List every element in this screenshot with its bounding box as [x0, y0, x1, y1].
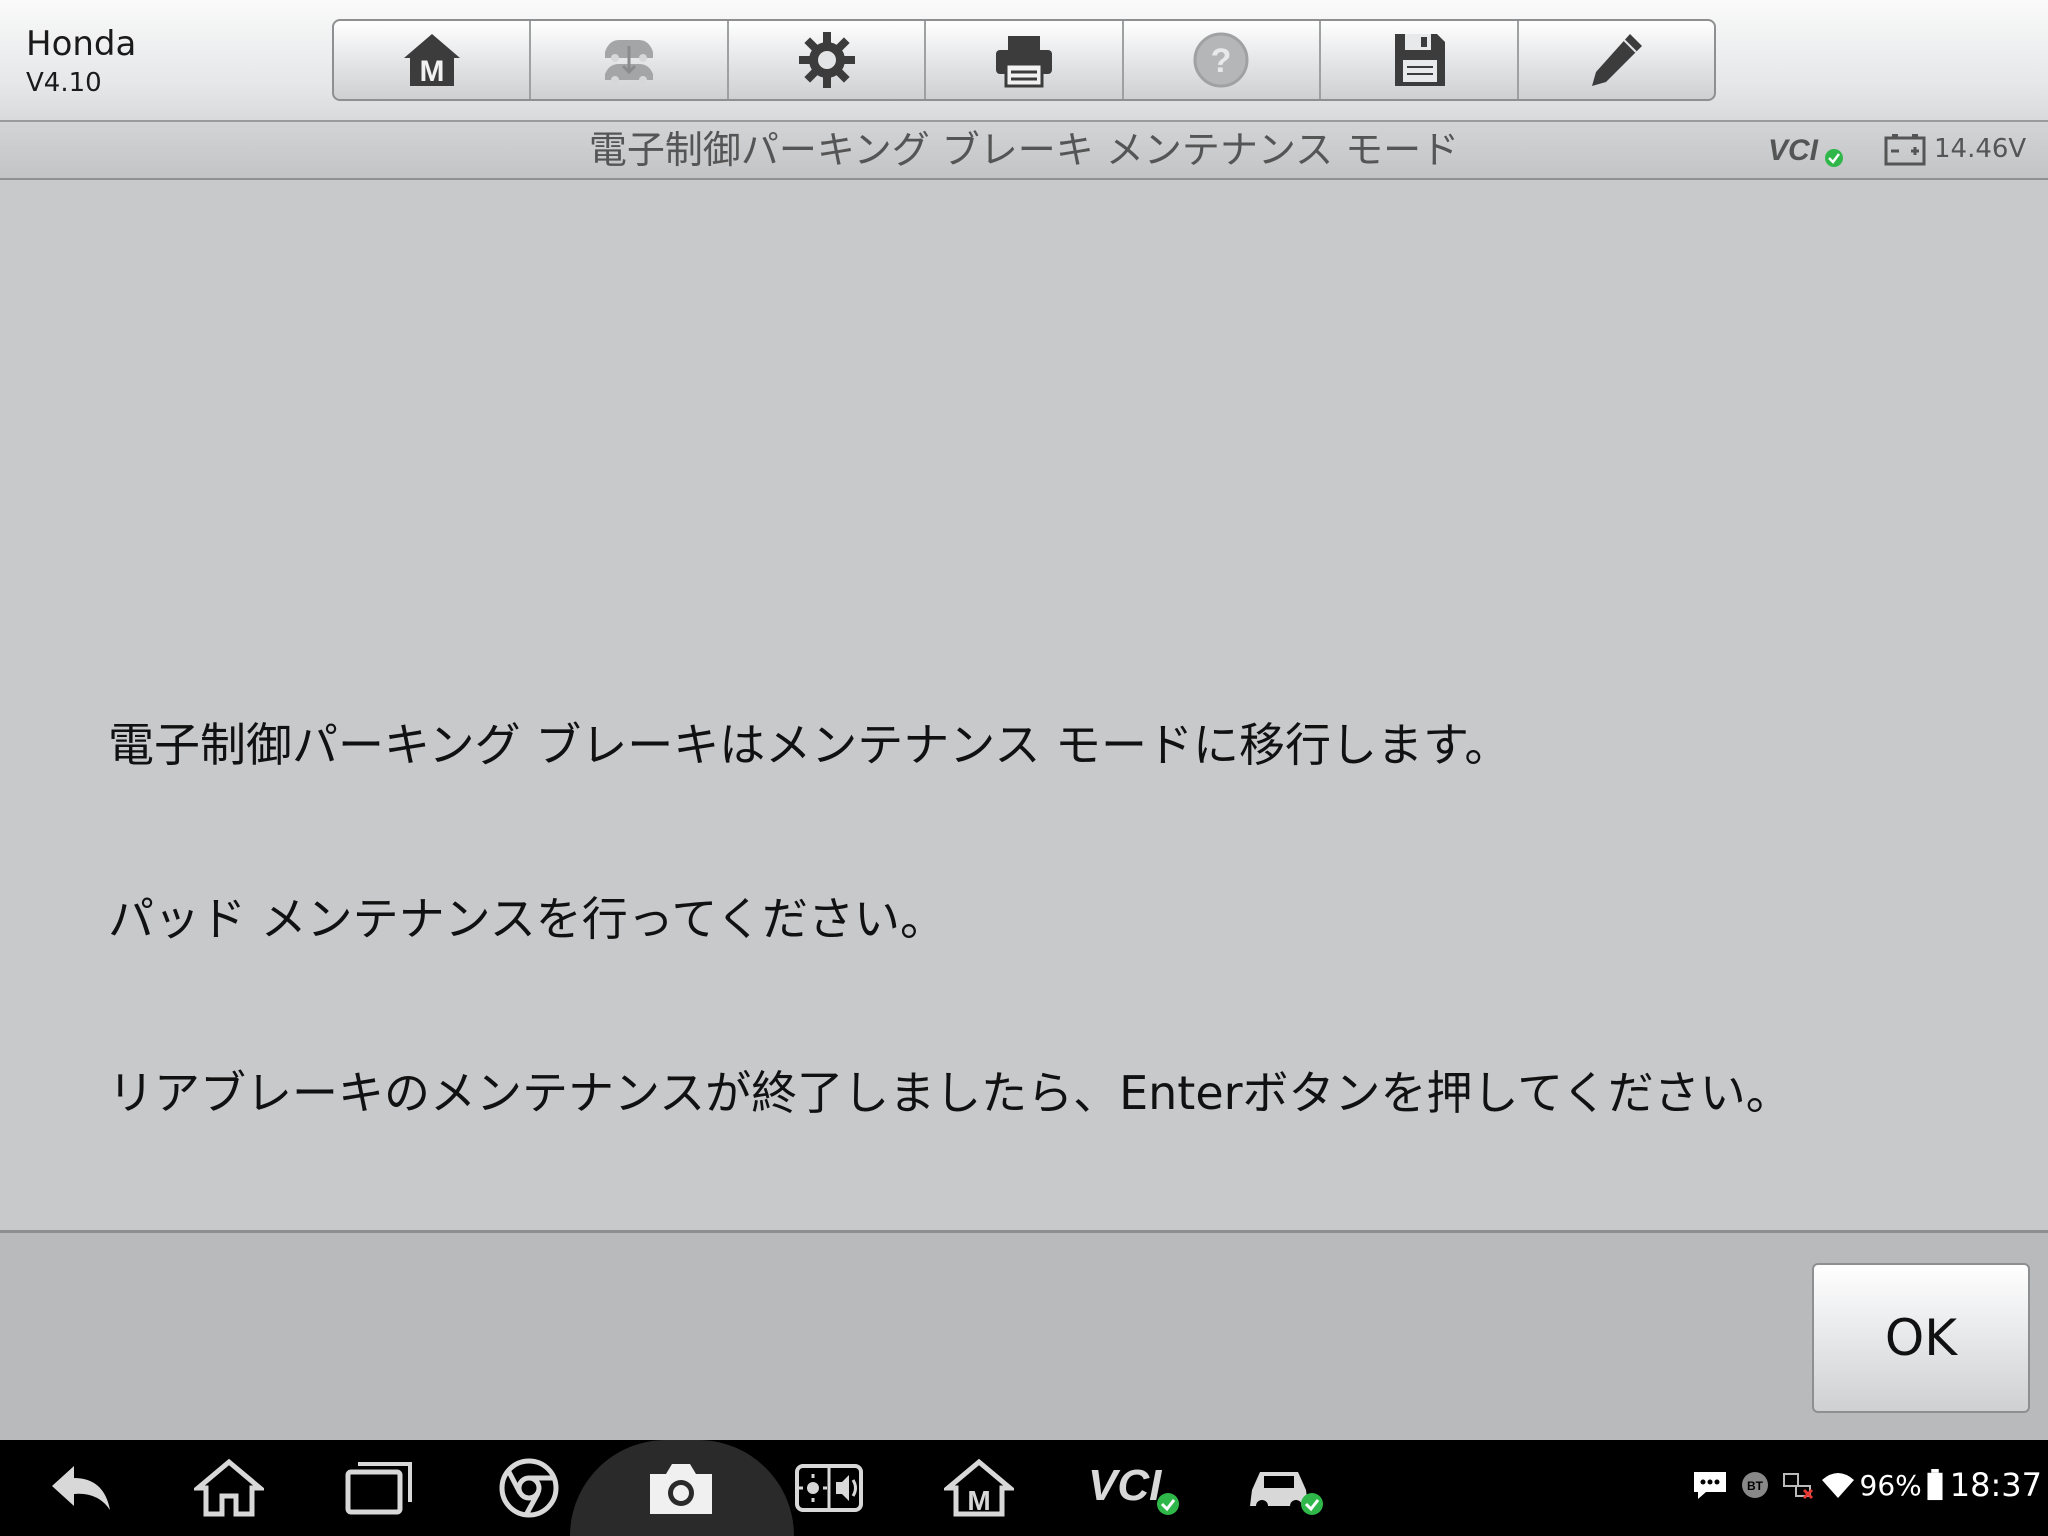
- edit-button[interactable]: [1519, 21, 1714, 99]
- title-bar: 電子制御パーキング ブレーキ メンテナンス モード VCI 14.46V: [0, 122, 2048, 180]
- battery-percent: 96%: [1859, 1468, 1922, 1502]
- home-nav-button[interactable]: [191, 1458, 267, 1518]
- clock: 18:37: [1949, 1466, 2042, 1504]
- wifi-icon: [1821, 1473, 1854, 1498]
- svg-text:?: ?: [1211, 42, 1232, 80]
- back-arrow-icon: [52, 1466, 110, 1510]
- help-button[interactable]: ?: [1124, 21, 1322, 99]
- vcl-label: VCI: [1088, 1461, 1162, 1510]
- bt-label: BT: [1747, 1479, 1764, 1493]
- svg-text:M: M: [967, 1485, 990, 1516]
- page-title: 電子制御パーキング ブレーキ メンテナンス モード: [588, 128, 1460, 172]
- maxisys-home-button[interactable]: M: [941, 1458, 1017, 1518]
- display-sound-button[interactable]: [794, 1458, 864, 1518]
- app-version: V4.10: [26, 68, 102, 98]
- floppy-disk-icon: [1394, 34, 1445, 86]
- vcl-label: VCI: [1768, 134, 1819, 167]
- screenshot-button[interactable]: [646, 1458, 716, 1518]
- message-panel: 電子制御パーキング ブレーキはメンテナンス モードに移行します。 パッド メンテ…: [0, 180, 2048, 1230]
- gear-icon: [798, 32, 855, 88]
- car-battery-icon: [1884, 134, 1926, 166]
- vcl-connected-icon: VCI: [1088, 1461, 1179, 1515]
- vcl-button[interactable]: VCI: [1086, 1458, 1182, 1518]
- top-header: Honda V4.10 M ?: [0, 0, 2048, 122]
- battery-voltage-indicator: 14.46V: [1884, 132, 2026, 166]
- instruction-message: 電子制御パーキング ブレーキはメンテナンス モードに移行します。 パッド メンテ…: [108, 600, 1792, 1238]
- print-button[interactable]: [926, 21, 1124, 99]
- bluetooth-badge-icon: BT: [1741, 1472, 1768, 1498]
- message-icon: [1693, 1472, 1726, 1499]
- network-disconnected-icon: [1782, 1473, 1813, 1500]
- brightness-volume-icon: [795, 1464, 863, 1512]
- vcl-connected-icon: VCI: [1768, 134, 1843, 167]
- chrome-icon: [499, 1458, 559, 1518]
- back-button[interactable]: [46, 1458, 116, 1518]
- action-footer: OK: [0, 1230, 2048, 1443]
- camera-icon: [650, 1464, 712, 1514]
- message-line: パッド メンテナンスを行ってください。: [108, 892, 947, 946]
- recent-apps-icon: [345, 1462, 412, 1515]
- message-line: 電子制御パーキング ブレーキはメンテナンス モードに移行します。: [108, 718, 1511, 772]
- help-icon: ?: [1193, 32, 1249, 88]
- house-icon: [191, 1458, 267, 1517]
- save-button[interactable]: [1321, 21, 1519, 99]
- app-brand: Honda V4.10: [26, 22, 136, 100]
- vehicle-swap-button[interactable]: [531, 21, 729, 99]
- message-line: リアブレーキのメンテナンスが終了しましたら、Enterボタンを押してください。: [108, 1066, 1792, 1120]
- voltage-readout: 14.46V: [1934, 134, 2027, 164]
- status-area: BT 96% 18:37: [1692, 1466, 2042, 1504]
- vehicle-swap-icon: [605, 40, 654, 84]
- printer-icon: [995, 36, 1052, 88]
- m-home-icon: M: [941, 1458, 1017, 1517]
- system-navigation-bar: M VCI BT 96% 18:37: [0, 1440, 2048, 1536]
- home-button[interactable]: M: [334, 21, 532, 99]
- battery-icon: [1927, 1469, 1943, 1501]
- ok-button[interactable]: OK: [1812, 1263, 2030, 1413]
- m-home-icon: M: [403, 34, 460, 88]
- settings-button[interactable]: [729, 21, 927, 99]
- car-connected-icon: [1250, 1472, 1323, 1515]
- browser-button[interactable]: [494, 1458, 564, 1518]
- recent-apps-button[interactable]: [344, 1458, 414, 1518]
- vehicle-connection-button[interactable]: [1246, 1458, 1326, 1518]
- main-toolbar: M ?: [332, 19, 1716, 101]
- svg-text:M: M: [419, 55, 444, 88]
- pencil-icon: [1592, 34, 1643, 86]
- brand-name: Honda: [26, 24, 137, 64]
